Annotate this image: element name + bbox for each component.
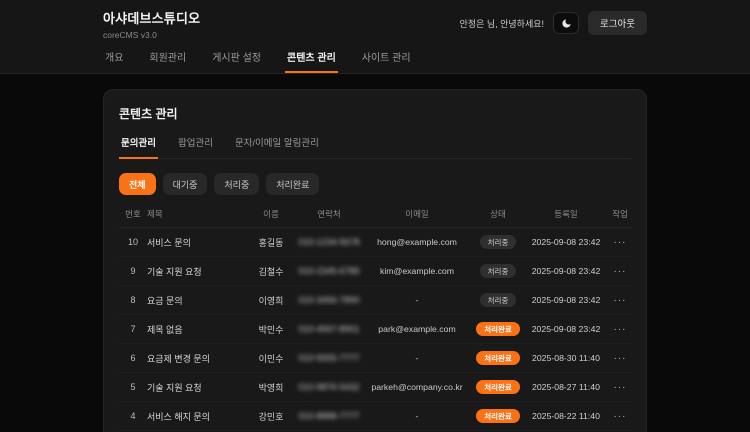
table-header: 번호 제목 이름 연락처 이메일 상태 등록일 작업 bbox=[119, 208, 631, 228]
more-actions-button[interactable]: ··· bbox=[614, 354, 627, 364]
inquiry-email: kim@example.com bbox=[363, 266, 471, 276]
logout-button[interactable]: 로그아웃 bbox=[588, 11, 647, 35]
inquiry-phone: 010-5555-7777 bbox=[295, 353, 363, 363]
inquiry-name: 홍길동 bbox=[247, 236, 295, 249]
status-badge: 처리중 bbox=[480, 264, 517, 278]
inquiry-name: 김철수 bbox=[247, 265, 295, 278]
inquiry-date: 2025-08-30 11:40 bbox=[525, 353, 607, 363]
inquiry-date: 2025-08-27 11:40 bbox=[525, 382, 607, 392]
theme-toggle-button[interactable] bbox=[553, 12, 579, 34]
status-badge: 처리완료 bbox=[476, 380, 520, 394]
more-actions-button[interactable]: ··· bbox=[614, 238, 627, 248]
content-tabs: 문의관리 팝업관리 문자/이메일 알림관리 bbox=[119, 135, 631, 159]
inquiry-phone: 010-4567-8901 bbox=[295, 324, 363, 334]
inquiry-number: 5 bbox=[119, 382, 147, 392]
inquiry-email: - bbox=[363, 295, 471, 305]
app-title: 아샤데브스튜디오 bbox=[103, 8, 200, 27]
inquiry-title: 제목 없음 bbox=[147, 323, 247, 336]
moon-icon bbox=[561, 18, 572, 29]
inquiry-email: park@example.com bbox=[363, 324, 471, 334]
inquiry-email: - bbox=[363, 411, 471, 421]
inquiry-phone: 010-2345-6789 bbox=[295, 266, 363, 276]
column-header-phone: 연락처 bbox=[295, 208, 363, 220]
inquiry-title: 기술 지원 요청 bbox=[147, 381, 247, 394]
inquiry-title: 요금제 변경 문의 bbox=[147, 352, 247, 365]
inquiry-date: 2025-09-08 23:42 bbox=[525, 295, 607, 305]
inquiry-phone: 010-1234-5678 bbox=[295, 237, 363, 247]
status-badge: 처리중 bbox=[480, 235, 517, 249]
nav-tab[interactable]: 개요 bbox=[103, 44, 125, 73]
table-row: 7 제목 없음 박민수 010-4567-8901 park@example.c… bbox=[119, 315, 631, 344]
table-row: 10 서비스 문의 홍길동 010-1234-5678 hong@example… bbox=[119, 228, 631, 257]
nav-tab[interactable]: 회원관리 bbox=[147, 44, 188, 73]
content-tab[interactable]: 문의관리 bbox=[119, 135, 158, 159]
table-row: 9 기술 지원 요청 김철수 010-2345-6789 kim@example… bbox=[119, 257, 631, 286]
inquiry-name: 이민수 bbox=[247, 352, 295, 365]
status-badge: 처리완료 bbox=[476, 322, 520, 336]
inquiry-phone: 010-3456-7890 bbox=[295, 295, 363, 305]
main-nav: 개요 회원관리 게시판 설정 콘텐츠 관리 사이트 관리 bbox=[103, 44, 647, 73]
inquiry-number: 8 bbox=[119, 295, 147, 305]
table-row: 4 서비스 해지 문의 강민호 010-8888-7777 - 처리완료 202… bbox=[119, 402, 631, 431]
inquiry-date: 2025-09-08 23:42 bbox=[525, 266, 607, 276]
column-header-status: 상태 bbox=[471, 208, 525, 220]
inquiry-title: 요금 문의 bbox=[147, 294, 247, 307]
page-title: 콘텐츠 관리 bbox=[119, 105, 631, 122]
table-row: 5 기술 지원 요청 박영희 010-9876-5432 parkeh@comp… bbox=[119, 373, 631, 402]
inquiry-name: 박영희 bbox=[247, 381, 295, 394]
inquiry-title: 서비스 해지 문의 bbox=[147, 410, 247, 423]
inquiry-table: 번호 제목 이름 연락처 이메일 상태 등록일 작업 10 서비스 문의 홍길동… bbox=[119, 208, 631, 432]
more-actions-button[interactable]: ··· bbox=[614, 412, 627, 422]
column-header-date: 등록일 bbox=[525, 208, 607, 220]
status-filters: 전체 대기중 처리중 처리완료 bbox=[119, 173, 631, 195]
column-header-actions: 작업 bbox=[607, 208, 633, 220]
brand: 아샤데브스튜디오 coreCMS v3.0 bbox=[103, 8, 200, 40]
table-row: 6 요금제 변경 문의 이민수 010-5555-7777 - 처리완료 202… bbox=[119, 344, 631, 373]
inquiry-title: 서비스 문의 bbox=[147, 236, 247, 249]
inquiry-email: parkeh@company.co.kr bbox=[363, 382, 471, 392]
column-header-name: 이름 bbox=[247, 208, 295, 220]
inquiry-name: 이영희 bbox=[247, 294, 295, 307]
more-actions-button[interactable]: ··· bbox=[614, 267, 627, 277]
user-greeting: 안정은 님, 안녕하세요! bbox=[460, 17, 545, 30]
inquiry-number: 6 bbox=[119, 353, 147, 363]
content-card: 콘텐츠 관리 문의관리팝업관리문자/이메일 알림관리 전체대기중처리중처리완료 … bbox=[103, 89, 647, 432]
content-tab[interactable]: 팝업관리 bbox=[176, 135, 215, 159]
inquiry-number: 10 bbox=[119, 237, 147, 247]
inquiry-date: 2025-08-22 11:40 bbox=[525, 411, 607, 421]
inquiry-number: 4 bbox=[119, 411, 147, 421]
filter-pill[interactable]: 전체 bbox=[119, 173, 156, 195]
inquiry-date: 2025-09-08 23:42 bbox=[525, 237, 607, 247]
column-header-email: 이메일 bbox=[363, 208, 471, 220]
content-tab[interactable]: 문자/이메일 알림관리 bbox=[233, 135, 321, 159]
inquiry-number: 9 bbox=[119, 266, 147, 276]
nav-tab[interactable]: 콘텐츠 관리 bbox=[285, 44, 338, 73]
status-badge: 처리완료 bbox=[476, 351, 520, 365]
more-actions-button[interactable]: ··· bbox=[614, 325, 627, 335]
more-actions-button[interactable]: ··· bbox=[614, 383, 627, 393]
status-badge: 처리중 bbox=[480, 293, 517, 307]
inquiry-email: - bbox=[363, 353, 471, 363]
column-header-no: 번호 bbox=[119, 208, 147, 220]
more-actions-button[interactable]: ··· bbox=[614, 296, 627, 306]
inquiry-title: 기술 지원 요청 bbox=[147, 265, 247, 278]
inquiry-date: 2025-09-08 23:42 bbox=[525, 324, 607, 334]
inquiry-number: 7 bbox=[119, 324, 147, 334]
filter-pill[interactable]: 대기중 bbox=[163, 173, 208, 195]
inquiry-name: 박민수 bbox=[247, 323, 295, 336]
nav-tab[interactable]: 사이트 관리 bbox=[360, 44, 413, 73]
table-row: 8 요금 문의 이영희 010-3456-7890 - 처리중 2025-09-… bbox=[119, 286, 631, 315]
inquiry-email: hong@example.com bbox=[363, 237, 471, 247]
table-body: 10 서비스 문의 홍길동 010-1234-5678 hong@example… bbox=[119, 228, 631, 432]
inquiry-phone: 010-8888-7777 bbox=[295, 411, 363, 421]
nav-tab[interactable]: 게시판 설정 bbox=[210, 44, 263, 73]
filter-pill[interactable]: 처리중 bbox=[214, 173, 259, 195]
inquiry-phone: 010-9876-5432 bbox=[295, 382, 363, 392]
inquiry-name: 강민호 bbox=[247, 410, 295, 423]
filter-pill[interactable]: 처리완료 bbox=[266, 173, 319, 195]
app-version: coreCMS v3.0 bbox=[103, 30, 200, 40]
app-header: 아샤데브스튜디오 coreCMS v3.0 안정은 님, 안녕하세요! 로그아웃… bbox=[0, 0, 750, 74]
column-header-title: 제목 bbox=[147, 208, 247, 220]
status-badge: 처리완료 bbox=[476, 409, 520, 423]
